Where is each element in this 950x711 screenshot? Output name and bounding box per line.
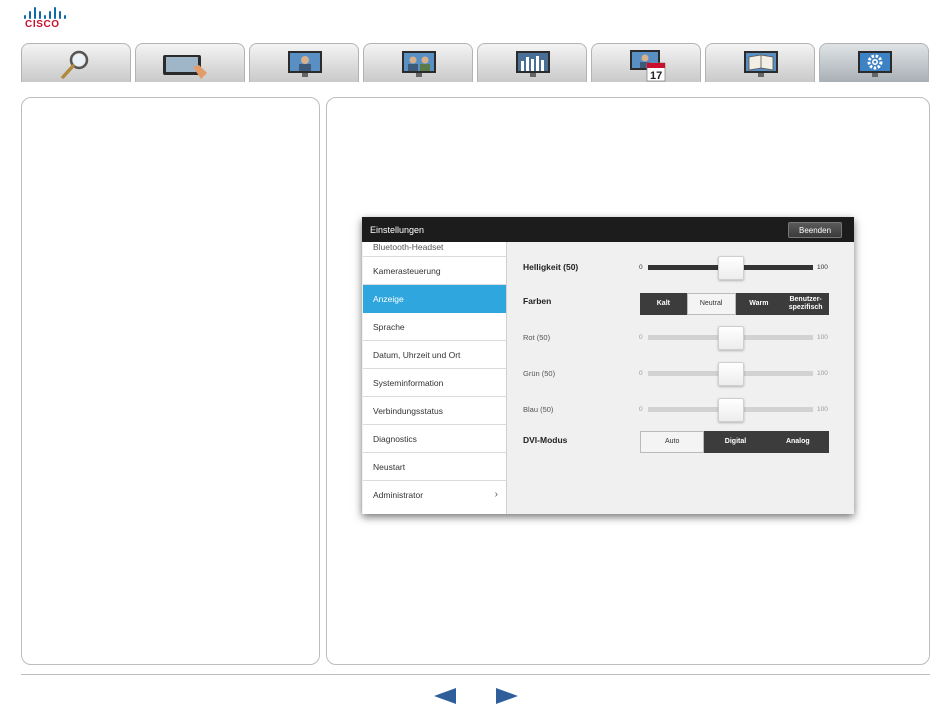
dvi-mode-label: DVI-Modus [523, 435, 568, 445]
arrow-right-icon[interactable] [496, 688, 518, 704]
chevron-right-icon: › [494, 489, 498, 500]
menu-item-system-info[interactable]: Systeminformation [363, 369, 506, 397]
touch-panel-icon [163, 55, 207, 79]
settings-header: Einstellungen Beenden [362, 217, 854, 242]
red-max: 100 [817, 334, 828, 341]
brightness-label: Helligkeit (50) [523, 262, 579, 272]
settings-screenshot: Einstellungen Beenden Bluetooth-Headset … [362, 217, 854, 514]
calendar-icon: 17 [630, 50, 666, 82]
tab-multisite[interactable] [363, 43, 473, 82]
tab-touch-panel[interactable] [135, 43, 245, 82]
multisite-call-icon [402, 51, 436, 77]
red-knob[interactable] [717, 326, 744, 350]
cisco-wordmark: CISCO [25, 19, 60, 30]
menu-item-date-time[interactable]: Datum, Uhrzeit und Ort [363, 341, 506, 369]
settings-title: Einstellungen [370, 225, 425, 235]
brightness-knob[interactable] [717, 256, 744, 280]
green-knob[interactable] [717, 362, 744, 386]
colors-label: Farben [523, 296, 552, 306]
color-option-neutral[interactable]: Neutral [686, 293, 736, 315]
settings-gear-icon [858, 51, 892, 77]
dvi-option-auto[interactable]: Auto [640, 431, 705, 453]
phonebook-icon [744, 51, 778, 77]
settings-menu: Bluetooth-Headset Kamerasteuerung Anzeig… [363, 242, 506, 514]
red-label: Rot (50) [523, 333, 551, 342]
blue-knob[interactable] [717, 398, 744, 422]
close-settings-button[interactable]: Beenden [788, 222, 842, 238]
menu-item-language[interactable]: Sprache [363, 313, 506, 341]
color-option-warm[interactable]: Warm [736, 293, 783, 315]
menu-item-restart[interactable]: Neustart [363, 453, 506, 481]
tab-video-call[interactable] [249, 43, 359, 82]
footer-divider [21, 674, 930, 675]
brightness-max: 100 [817, 264, 828, 271]
menu-item-connection-status[interactable]: Verbindungsstatus [363, 397, 506, 425]
green-max: 100 [817, 370, 828, 377]
blue-label: Blau (50) [523, 405, 554, 414]
blue-min: 0 [639, 406, 643, 413]
main-nav-tabs: 17 [21, 43, 931, 83]
presentation-chart-icon [516, 51, 550, 77]
red-min: 0 [639, 334, 643, 341]
color-option-custom[interactable]: Benutzer- spezifisch [782, 293, 829, 315]
tab-search[interactable] [21, 43, 131, 82]
menu-item-display[interactable]: Anzeige [363, 285, 506, 313]
tab-calendar[interactable]: 17 [591, 43, 701, 82]
brightness-min: 0 [639, 264, 643, 271]
cisco-logo: CISCO [24, 6, 72, 32]
tab-settings[interactable] [819, 43, 929, 82]
left-text-panel [21, 97, 320, 665]
menu-item-administrator[interactable]: Administrator › [363, 481, 506, 509]
arrow-left-icon[interactable] [434, 688, 456, 704]
menu-item-bluetooth[interactable]: Bluetooth-Headset [363, 242, 506, 257]
video-call-icon [288, 51, 322, 77]
cisco-bars-icon [24, 6, 70, 19]
dvi-option-digital[interactable]: Digital [704, 431, 766, 453]
dvi-option-analog[interactable]: Analog [767, 431, 829, 453]
green-label: Grün (50) [523, 369, 556, 378]
tab-presentation[interactable] [477, 43, 587, 82]
display-settings-content: Helligkeit (50) 0 100 Farben Kalt Neutra… [506, 242, 854, 514]
magnifier-icon [61, 50, 89, 79]
calendar-day-badge: 17 [650, 70, 662, 82]
menu-item-camera-control[interactable]: Kamerasteuerung [363, 257, 506, 285]
blue-max: 100 [817, 406, 828, 413]
menu-item-diagnostics[interactable]: Diagnostics [363, 425, 506, 453]
dvi-mode-segmented-control: Auto Digital Analog [640, 431, 829, 453]
green-min: 0 [639, 370, 643, 377]
color-option-cold[interactable]: Kalt [640, 293, 687, 315]
colors-segmented-control: Kalt Neutral Warm Benutzer- spezifisch [640, 293, 829, 315]
tab-phonebook[interactable] [705, 43, 815, 82]
